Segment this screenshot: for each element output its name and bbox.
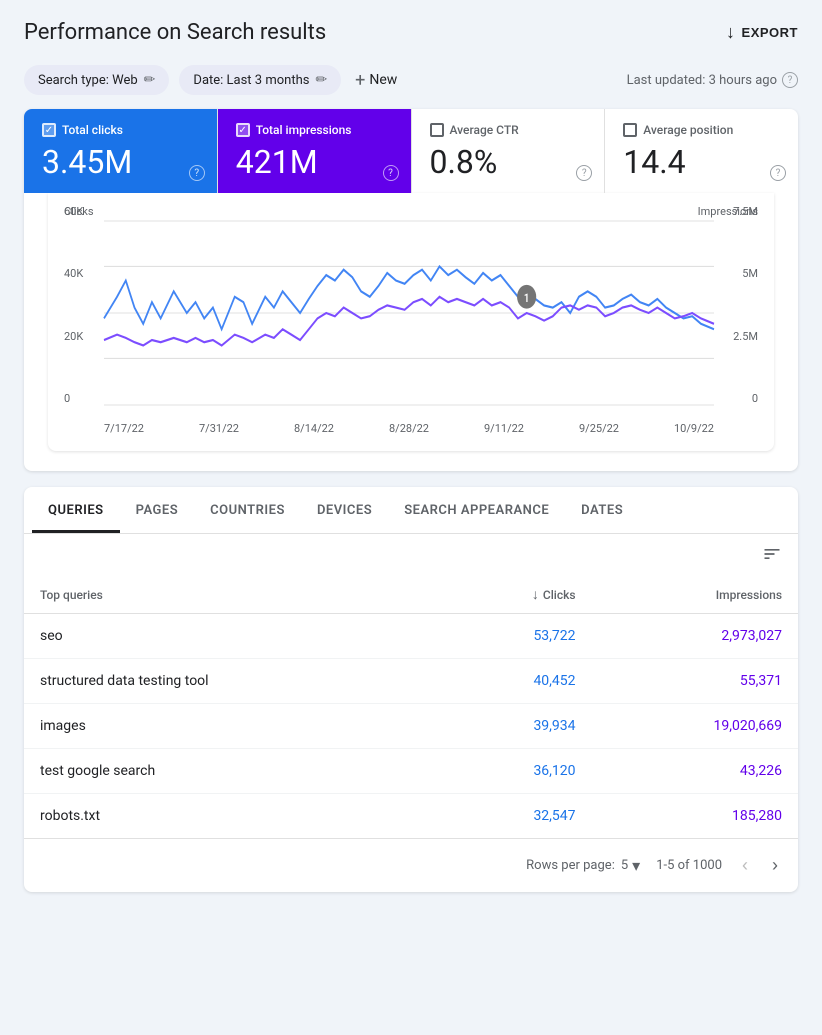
chart-container: Clicks Impressions 60K 40K 20K 0 7.5M 5M… xyxy=(64,205,758,435)
metric-label-clicks: Total clicks xyxy=(62,123,123,137)
cell-impressions-3: 43,226 xyxy=(592,749,798,794)
tab-search-appearance[interactable]: SEARCH APPEARANCE xyxy=(388,487,565,533)
table-body: seo 53,722 2,973,027 structured data tes… xyxy=(24,614,798,839)
tab-dates[interactable]: DATES xyxy=(565,487,639,533)
metric-value-position: 14.4 xyxy=(623,143,780,181)
cell-query-4: robots.txt xyxy=(24,794,436,839)
export-button[interactable]: ↓ EXPORT xyxy=(726,22,798,43)
table-section: QUERIES PAGES COUNTRIES DEVICES SEARCH A… xyxy=(24,487,798,892)
dropdown-icon: ▾ xyxy=(632,856,640,875)
metrics-row: ✓ Total clicks 3.45M ? ✓ Total impressio… xyxy=(24,109,798,193)
date-label: Date: Last 3 months xyxy=(193,73,309,88)
metric-total-clicks[interactable]: ✓ Total clicks 3.45M ? xyxy=(24,109,218,193)
search-type-chip[interactable]: Search type: Web ✏ xyxy=(24,65,169,95)
help-icon-clicks[interactable]: ? xyxy=(189,165,205,181)
cell-query-1: structured data testing tool xyxy=(24,659,436,704)
metrics-panel: ✓ Total clicks 3.45M ? ✓ Total impressio… xyxy=(24,109,798,471)
metric-label-ctr: Average CTR xyxy=(450,123,519,137)
pagination: Rows per page: 5 ▾ 1-5 of 1000 ‹ › xyxy=(24,838,798,892)
table-row: images 39,934 19,020,669 xyxy=(24,704,798,749)
table-filter-button[interactable] xyxy=(762,544,782,570)
cell-query-2: images xyxy=(24,704,436,749)
chart-area: Clicks Impressions 60K 40K 20K 0 7.5M 5M… xyxy=(48,193,774,451)
cell-impressions-1: 55,371 xyxy=(592,659,798,704)
top-header: Performance on Search results ↓ EXPORT xyxy=(0,0,822,57)
export-icon: ↓ xyxy=(726,22,736,43)
pagination-rows-per-page: Rows per page: 5 ▾ xyxy=(526,856,640,875)
metric-value-ctr: 0.8% xyxy=(430,143,587,181)
metric-label-impressions: Total impressions xyxy=(256,123,352,137)
sort-icon: ↓ xyxy=(532,587,539,603)
col-clicks: ↓Clicks xyxy=(436,576,591,614)
rows-per-page-select[interactable]: 5 ▾ xyxy=(621,856,640,875)
tab-countries[interactable]: COUNTRIES xyxy=(194,487,301,533)
chart-y-right-labels: 7.5M 5M 2.5M 0 xyxy=(718,205,758,405)
cell-clicks-4: 32,547 xyxy=(436,794,591,839)
edit-icon: ✏ xyxy=(144,72,156,88)
chart-x-labels: 7/17/22 7/31/22 8/14/22 8/28/22 9/11/22 … xyxy=(104,422,714,435)
tab-pages[interactable]: PAGES xyxy=(120,487,195,533)
cell-impressions-0: 2,973,027 xyxy=(592,614,798,659)
search-type-label: Search type: Web xyxy=(38,73,138,88)
page-title: Performance on Search results xyxy=(24,20,326,45)
metric-total-impressions[interactable]: ✓ Total impressions 421M ? xyxy=(218,109,412,193)
table-row: robots.txt 32,547 185,280 xyxy=(24,794,798,839)
last-updated-text: Last updated: 3 hours ago xyxy=(627,73,777,88)
cell-clicks-1: 40,452 xyxy=(436,659,591,704)
cell-clicks-2: 39,934 xyxy=(436,704,591,749)
date-chip[interactable]: Date: Last 3 months ✏ xyxy=(179,65,341,95)
new-button[interactable]: + New xyxy=(355,70,397,91)
metric-checkbox-ctr xyxy=(430,123,444,137)
cell-query-3: test google search xyxy=(24,749,436,794)
metric-checkbox-position xyxy=(623,123,637,137)
help-icon-impressions[interactable]: ? xyxy=(383,165,399,181)
filter-icon xyxy=(762,544,782,564)
export-label: EXPORT xyxy=(742,25,798,40)
metric-value-impressions: 421M xyxy=(236,143,393,181)
chart-y-left-labels: 60K 40K 20K 0 xyxy=(64,205,100,405)
metric-label-position: Average position xyxy=(643,123,733,137)
tab-queries[interactable]: QUERIES xyxy=(32,487,120,533)
last-updated: Last updated: 3 hours ago ? xyxy=(627,72,798,88)
filter-bar: Search type: Web ✏ Date: Last 3 months ✏… xyxy=(0,57,822,109)
next-page-button[interactable]: › xyxy=(768,851,782,880)
metric-checkbox-impressions: ✓ xyxy=(236,123,250,137)
plus-icon: + xyxy=(355,70,365,91)
edit-icon-date: ✏ xyxy=(315,72,327,88)
cell-clicks-3: 36,120 xyxy=(436,749,591,794)
help-icon[interactable]: ? xyxy=(782,72,798,88)
metric-average-position[interactable]: Average position 14.4 ? xyxy=(605,109,798,193)
chart-svg: 1 xyxy=(104,221,714,405)
table-header-row: Top queries ↓Clicks Impressions xyxy=(24,576,798,614)
col-query: Top queries xyxy=(24,576,436,614)
metric-average-ctr[interactable]: Average CTR 0.8% ? xyxy=(412,109,606,193)
svg-text:1: 1 xyxy=(524,291,529,305)
tab-devices[interactable]: DEVICES xyxy=(301,487,388,533)
metric-checkbox-clicks: ✓ xyxy=(42,123,56,137)
table-row: seo 53,722 2,973,027 xyxy=(24,614,798,659)
cell-impressions-4: 185,280 xyxy=(592,794,798,839)
metric-value-clicks: 3.45M xyxy=(42,143,199,181)
col-impressions: Impressions xyxy=(592,576,798,614)
cell-clicks-0: 53,722 xyxy=(436,614,591,659)
cell-query-0: seo xyxy=(24,614,436,659)
chart-svg-wrap: 1 xyxy=(104,221,714,405)
cell-impressions-2: 19,020,669 xyxy=(592,704,798,749)
pagination-range: 1-5 of 1000 xyxy=(656,858,722,873)
rows-per-page-label: Rows per page: xyxy=(526,858,615,873)
help-icon-position[interactable]: ? xyxy=(770,165,786,181)
data-table: Top queries ↓Clicks Impressions seo 53,7… xyxy=(24,576,798,838)
table-toolbar xyxy=(24,534,798,576)
table-row: structured data testing tool 40,452 55,3… xyxy=(24,659,798,704)
new-label: New xyxy=(369,72,397,88)
table-row: test google search 36,120 43,226 xyxy=(24,749,798,794)
rows-per-page-value: 5 xyxy=(621,858,628,873)
prev-page-button[interactable]: ‹ xyxy=(738,851,752,880)
help-icon-ctr[interactable]: ? xyxy=(576,165,592,181)
tabs-row: QUERIES PAGES COUNTRIES DEVICES SEARCH A… xyxy=(24,487,798,534)
